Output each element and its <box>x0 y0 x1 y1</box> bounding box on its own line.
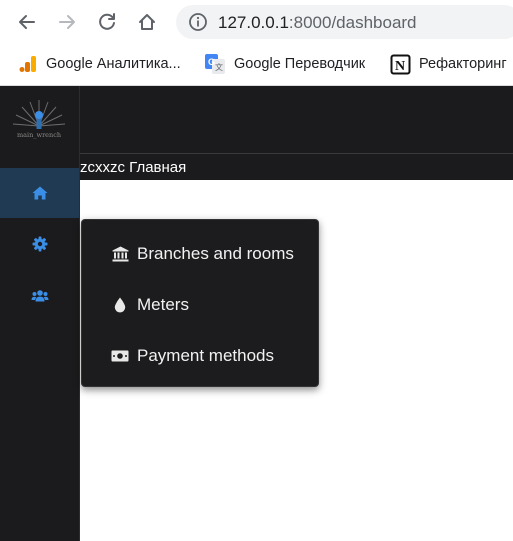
bookmark-refactoring[interactable]: N Рефакторинг <box>390 52 507 76</box>
logo: main_wrench <box>10 96 68 144</box>
info-icon[interactable] <box>188 12 208 32</box>
app-header <box>80 86 513 154</box>
forward-button[interactable] <box>52 7 82 37</box>
menu-item-meters[interactable]: Meters <box>82 285 318 325</box>
arrow-left-icon <box>19 15 35 29</box>
notion-icon: N <box>390 54 411 74</box>
house-outline-icon <box>139 14 155 30</box>
menu-item-branches-and-rooms[interactable]: Branches and rooms <box>82 234 318 274</box>
sidebar-item-settings[interactable] <box>0 219 79 269</box>
sidebar-item-home[interactable] <box>0 168 79 218</box>
analytics-icon <box>19 56 36 72</box>
bookmark-analytics[interactable]: Google Аналитика... <box>18 52 181 76</box>
home-icon <box>32 186 47 200</box>
home-page-button[interactable] <box>132 7 162 37</box>
bookmarks-bar: Google Аналитика... G 文 Google Переводчи… <box>0 44 513 86</box>
browser-toolbar: 127.0.0.1:8000/dashboard <box>0 0 513 44</box>
breadcrumb-bar: zcxxzc Главная <box>80 154 513 180</box>
gear-icon <box>32 236 47 252</box>
reload-button[interactable] <box>92 7 122 37</box>
sidebar: main_wrench <box>0 86 80 541</box>
reload-icon <box>99 13 115 30</box>
menu-item-label: Meters <box>137 295 189 314</box>
url-text: 127.0.0.1:8000/dashboard <box>218 13 417 32</box>
bookmark-translate[interactable]: G 文 Google Переводчик <box>204 52 365 76</box>
menu-item-label: Payment methods <box>137 346 275 365</box>
svg-text:N: N <box>395 59 405 74</box>
back-button[interactable] <box>12 7 42 37</box>
bank-icon <box>111 246 129 262</box>
translate-icon: G 文 <box>205 54 225 74</box>
arrow-right-icon <box>59 15 75 29</box>
sidebar-item-users[interactable] <box>0 271 79 321</box>
menu-item-label: Branches and rooms <box>137 244 294 263</box>
money-icon <box>111 348 129 364</box>
breadcrumb: zcxxzc Главная <box>80 159 187 176</box>
menu-item-payment-methods[interactable]: Payment methods <box>82 336 318 376</box>
svg-text:G: G <box>208 57 215 67</box>
logo-text: main_wrench <box>16 131 62 139</box>
users-icon <box>31 290 48 302</box>
svg-text:文: 文 <box>215 62 223 72</box>
drop-icon <box>111 297 129 313</box>
address-bar[interactable]: 127.0.0.1:8000/dashboard <box>176 5 513 39</box>
settings-popover-menu: Branches and rooms Meters Payment method… <box>81 219 319 387</box>
wrench-sunburst-icon <box>12 100 66 129</box>
